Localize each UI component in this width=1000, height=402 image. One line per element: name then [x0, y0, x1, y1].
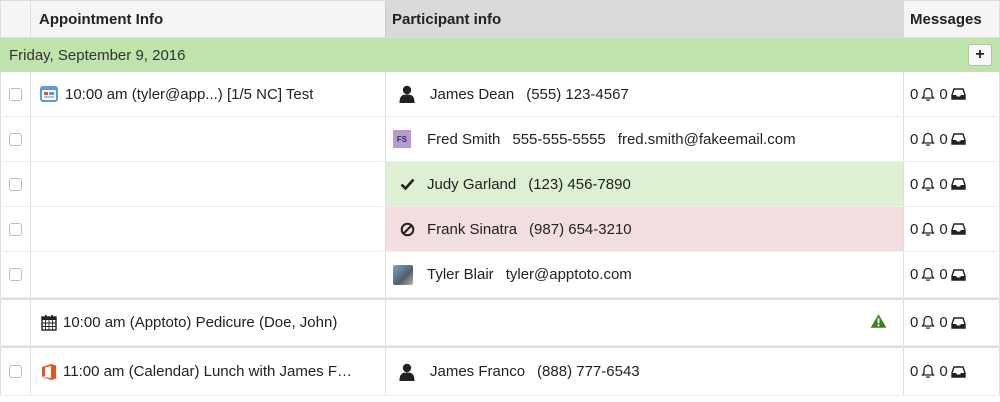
email-count: 0 — [939, 175, 948, 193]
participant-cell[interactable]: James Franco (888) 777-6543 — [385, 348, 903, 395]
messages-cell[interactable]: 0 0 — [903, 72, 1000, 116]
sms-count: 0 — [910, 130, 919, 148]
participant-cell[interactable] — [385, 300, 903, 345]
header-appointment-info[interactable]: Appointment Info — [30, 1, 385, 37]
participant-phone: (888) 777-6543 — [537, 363, 640, 380]
appointment-cell[interactable]: 10:00 am (Apptoto) Pedicure (Doe, John) — [30, 300, 385, 345]
row-checkbox[interactable] — [9, 87, 22, 101]
person-icon — [397, 362, 417, 382]
email-count: 0 — [939, 220, 948, 238]
calendar-app-icon — [39, 84, 59, 104]
appointment-cell[interactable]: 11:00 am (Calendar) Lunch with James F… — [30, 348, 385, 395]
bell-icon — [921, 177, 936, 191]
table-row: 10:00 am (tyler@app...) [1/5 NC] Test Ja… — [0, 72, 1000, 117]
email-count: 0 — [939, 130, 948, 148]
participant-name: James Franco — [430, 363, 526, 380]
date-group-row: Friday, September 9, 2016 + — [0, 38, 1000, 72]
row-checkbox[interactable] — [9, 268, 22, 281]
messages-cell[interactable]: 0 0 — [903, 162, 1000, 206]
appointment-title: 10:00 am (Apptoto) Pedicure (Doe, John) — [63, 314, 338, 331]
appointment-cell[interactable] — [30, 117, 385, 161]
email-count: 0 — [939, 85, 948, 103]
participant-email: fred.smith@fakeemail.com — [617, 130, 796, 148]
table-row: Frank Sinatra (987) 654-3210 0 0 — [0, 207, 1000, 252]
appointment-cell[interactable] — [30, 207, 385, 251]
inbox-icon — [950, 316, 966, 329]
check-icon — [397, 174, 417, 194]
inbox-icon — [950, 88, 966, 100]
participant-name: Fred Smith — [427, 130, 501, 148]
email-count: 0 — [939, 363, 948, 380]
participant-name: Judy Garland — [427, 175, 517, 193]
participant-cell[interactable]: Judy Garland (123) 456-7890 — [385, 162, 903, 206]
inbox-icon — [950, 223, 966, 235]
sms-count: 0 — [910, 85, 919, 103]
inbox-icon — [950, 268, 966, 281]
bell-icon — [921, 267, 936, 281]
row-checkbox[interactable] — [9, 222, 22, 236]
participant-cell[interactable]: Frank Sinatra (987) 654-3210 — [385, 207, 903, 251]
sms-count: 0 — [910, 266, 919, 283]
participant-name: James Dean — [430, 85, 515, 103]
add-appointment-button[interactable]: + — [968, 44, 992, 66]
participant-phone: (555) 123-4567 — [526, 85, 629, 103]
office-icon — [41, 363, 57, 381]
participant-name: Tyler Blair — [427, 266, 494, 283]
sms-count: 0 — [910, 175, 919, 193]
inbox-icon — [950, 365, 966, 378]
row-checkbox[interactable] — [9, 132, 22, 146]
row-checkbox[interactable] — [9, 365, 22, 378]
participant-cell[interactable]: FS Fred Smith 555-555-5555 fred.smith@fa… — [385, 117, 903, 161]
messages-cell[interactable]: 0 0 — [903, 207, 1000, 251]
bell-icon — [921, 364, 936, 378]
sms-count: 0 — [910, 314, 919, 331]
messages-cell[interactable]: 0 0 — [903, 348, 1000, 395]
bell-icon — [921, 87, 936, 101]
ban-icon — [397, 219, 417, 239]
avatar-photo — [393, 264, 413, 285]
row-checkbox[interactable] — [9, 177, 22, 191]
participant-phone: (123) 456-7890 — [528, 175, 631, 193]
participant-email: tyler@apptoto.com — [505, 266, 632, 283]
appointment-cell[interactable] — [30, 162, 385, 206]
sms-count: 0 — [910, 363, 919, 380]
email-count: 0 — [939, 314, 948, 331]
table-row: FS Fred Smith 555-555-5555 fred.smith@fa… — [0, 117, 1000, 162]
initials-badge: FS — [392, 129, 412, 149]
messages-cell[interactable]: 0 0 — [903, 300, 1000, 345]
appointment-cell[interactable]: 10:00 am (tyler@app...) [1/5 NC] Test — [30, 72, 385, 116]
participant-name: Frank Sinatra — [427, 220, 518, 238]
appointment-cell[interactable] — [30, 252, 385, 297]
table-row: 11:00 am (Calendar) Lunch with James F… … — [0, 346, 1000, 396]
messages-cell[interactable]: 0 0 — [903, 252, 1000, 297]
table-row: 10:00 am (Apptoto) Pedicure (Doe, John) … — [0, 298, 1000, 346]
appointment-title: 11:00 am (Calendar) Lunch with James F… — [63, 363, 353, 380]
grid-header: Appointment Info Participant info Messag… — [0, 0, 1000, 38]
inbox-icon — [950, 178, 966, 190]
appointment-title: 10:00 am (tyler@app...) [1/5 NC] Test — [65, 85, 314, 103]
participant-phone: 555-555-5555 — [512, 130, 606, 148]
participant-cell[interactable]: James Dean (555) 123-4567 — [385, 72, 903, 116]
participant-phone: (987) 654-3210 — [529, 220, 632, 238]
calendar-grid-icon — [41, 314, 57, 331]
header-messages[interactable]: Messages — [903, 1, 1000, 37]
bell-icon — [921, 132, 936, 146]
email-count: 0 — [939, 266, 948, 283]
table-row: Tyler Blair tyler@apptoto.com 0 0 — [0, 252, 1000, 298]
header-checkbox-column — [0, 1, 30, 37]
messages-cell[interactable]: 0 0 — [903, 117, 1000, 161]
inbox-icon — [950, 133, 966, 145]
sms-count: 0 — [910, 220, 919, 238]
bell-icon — [921, 315, 936, 329]
date-group-label: Friday, September 9, 2016 — [9, 46, 186, 64]
person-icon — [397, 84, 417, 104]
bell-icon — [921, 222, 936, 236]
table-row: Judy Garland (123) 456-7890 0 0 — [0, 162, 1000, 207]
participant-cell[interactable]: Tyler Blair tyler@apptoto.com — [385, 252, 903, 297]
warning-icon[interactable] — [870, 313, 887, 332]
header-participant-info[interactable]: Participant info — [385, 1, 903, 37]
